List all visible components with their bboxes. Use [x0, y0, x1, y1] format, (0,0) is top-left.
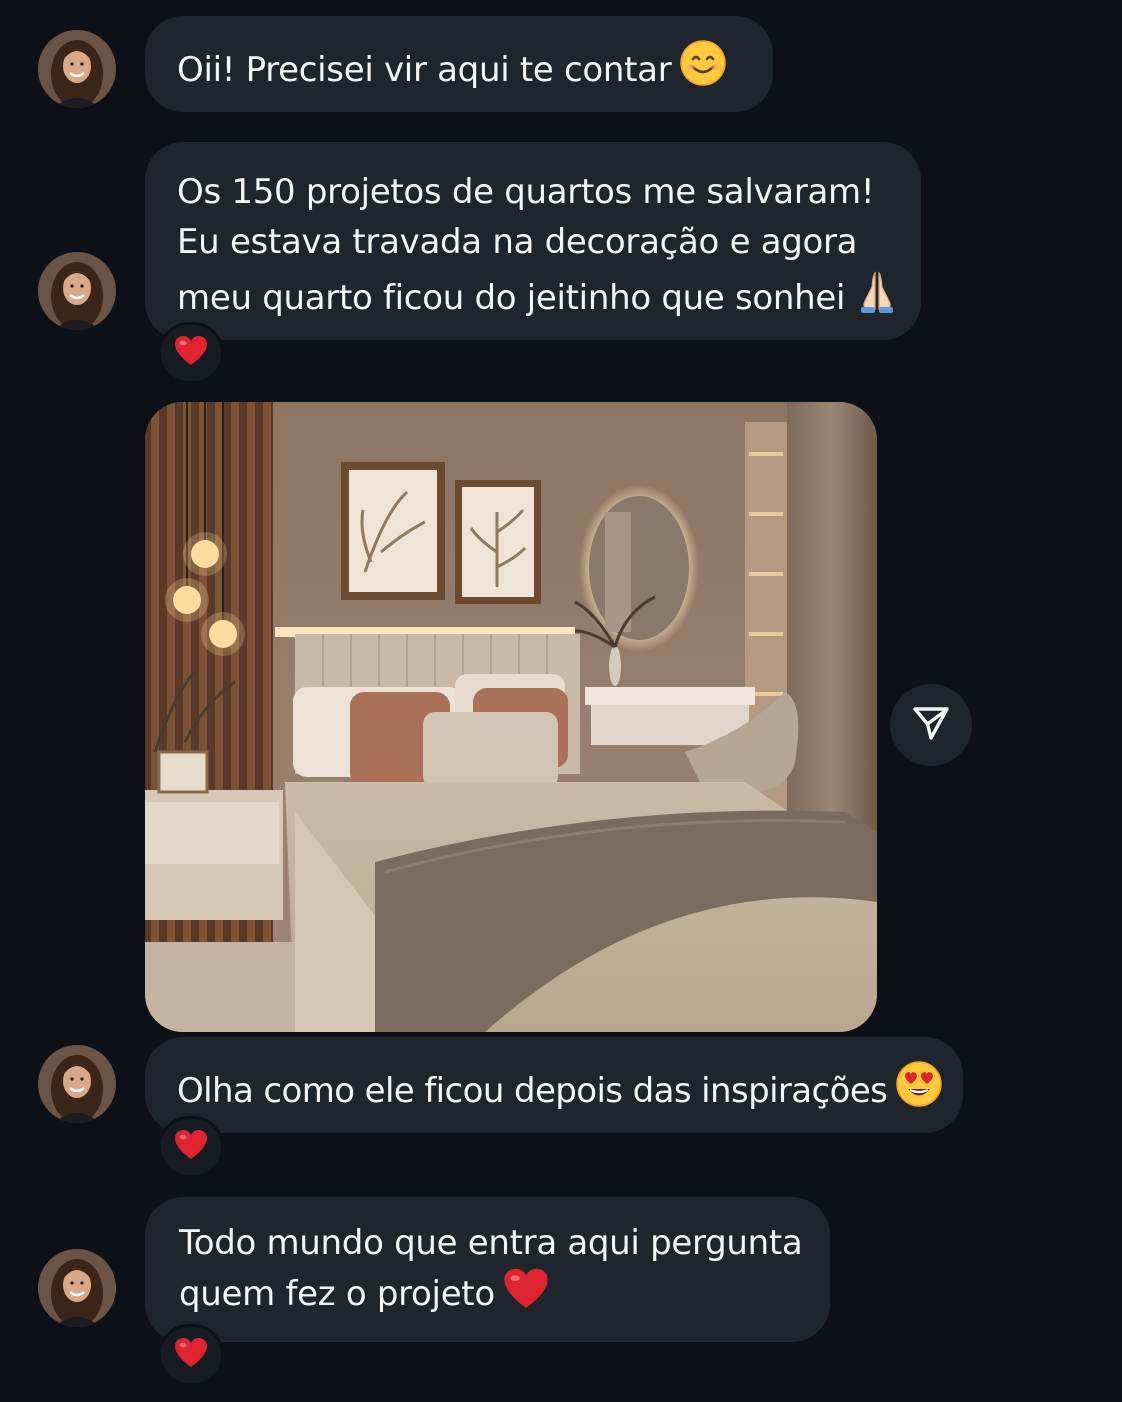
red-heart-emoji	[174, 1129, 208, 1165]
share-button[interactable]	[890, 684, 972, 766]
message-bubble[interactable]: Olha como ele ficou depois das inspiraçõ…	[145, 1037, 963, 1133]
paper-plane-icon	[911, 703, 951, 747]
sender-avatar[interactable]	[38, 1249, 116, 1327]
avatar-image	[38, 1249, 116, 1327]
red-heart-emoji	[503, 1267, 549, 1311]
heart-eyes-emoji	[895, 1060, 943, 1108]
message-text: Eu estava travada na decoração e agora	[177, 222, 858, 262]
red-heart-emoji	[174, 335, 208, 371]
message-text: quem fez o projeto	[179, 1267, 830, 1318]
avatar-image	[38, 1045, 116, 1123]
message-bubble[interactable]: Todo mundo que entra aqui pergunta quem …	[145, 1197, 830, 1342]
avatar-image	[38, 30, 116, 108]
sender-avatar[interactable]	[38, 30, 116, 108]
message-text: Todo mundo que entra aqui pergunta	[179, 1223, 803, 1263]
message-text: Os 150 projetos de quartos me salvaram!	[177, 172, 875, 212]
message-text: Olha como ele ficou depois das inspiraçõ…	[177, 1060, 963, 1116]
reaction-badge[interactable]	[158, 322, 224, 384]
folded-hands-emoji	[853, 267, 901, 315]
sender-avatar[interactable]	[38, 252, 116, 330]
sender-avatar[interactable]	[38, 1045, 116, 1123]
message-bubble[interactable]: Os 150 projetos de quartos me salvaram! …	[145, 142, 921, 340]
message-bubble[interactable]: Oii! Precisei vir aqui te contar	[145, 16, 773, 112]
red-heart-emoji	[174, 1337, 208, 1373]
avatar-image	[38, 252, 116, 330]
reaction-badge[interactable]	[158, 1116, 224, 1178]
chat-thread: Oii! Precisei vir aqui te contar Os 150 …	[0, 0, 1122, 1402]
bedroom-photo[interactable]	[145, 402, 877, 1032]
smiling-face-emoji	[679, 39, 727, 87]
message-text: Oii! Precisei vir aqui te contar	[177, 39, 773, 95]
message-text: meu quarto ficou do jeitinho que sonhei	[177, 267, 921, 323]
reaction-badge[interactable]	[158, 1324, 224, 1386]
bedroom-photo-image	[145, 402, 877, 1032]
